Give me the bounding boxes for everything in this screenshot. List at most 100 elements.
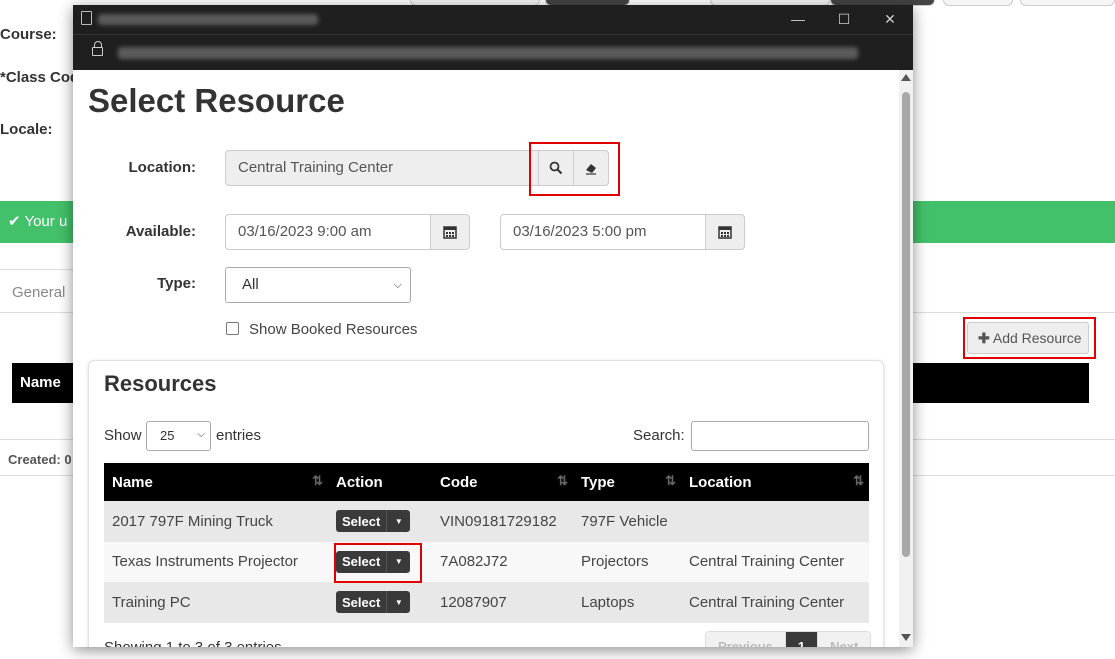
calendar-icon [718,226,732,239]
class-code-label: *Class Cod [0,69,80,86]
select-button[interactable]: Select ▼ [336,510,411,533]
bg-top-button [1020,0,1115,6]
scroll-up-icon[interactable] [901,74,911,81]
sort-icon: ⇅ [853,473,864,488]
bg-top-button [943,0,1013,6]
available-to-input[interactable]: 03/16/2023 5:00 pm [500,214,706,250]
type-select[interactable]: All ⌵ [225,267,411,303]
show-booked-label[interactable]: Show Booked Resources [249,321,417,338]
cell-code: 7A082J72 [432,541,573,582]
chevron-down-icon: ⌵ [197,429,205,440]
column-header-label: Name [112,473,153,491]
column-header-code[interactable]: Code ⇅ [432,463,573,501]
vertical-scrollbar[interactable] [899,70,913,647]
table-row: Training PC Select ▼ 12087907 Laptops Ce… [104,582,869,623]
popup-content: Select Resource Location: Central Traini… [73,70,899,647]
tab-general[interactable]: General [0,269,80,313]
column-header-label: Code [440,473,478,491]
cell-name: Texas Instruments Projector [104,541,328,582]
table-row: Texas Instruments Projector Select ▼ 7A0… [104,541,869,582]
document-icon [81,11,92,25]
location-search-button[interactable] [538,150,574,186]
address-bar [73,34,913,70]
entries-select[interactable]: 25 ⌵ [146,421,211,451]
type-select-value: All [242,276,259,293]
entries-select-value: 25 [160,428,175,443]
blurred-window-title [98,14,318,25]
locale-label: Locale: [0,121,53,138]
eraser-icon [586,164,596,175]
cell-location: Central Training Center [681,541,869,582]
scroll-down-icon[interactable] [901,634,911,641]
cell-code: VIN09181729182 [432,501,573,542]
search-label: Search: [633,427,685,444]
sort-icon: ⇅ [557,473,568,488]
resources-panel: Resources Show 25 ⌵ entries Search: Name… [88,360,884,647]
type-label: Type: [157,275,196,292]
select-button-label: Select [342,594,381,610]
blurred-url [118,47,858,59]
chevron-down-icon: ⌵ [393,279,402,291]
calendar-icon [443,226,457,239]
add-resource-button[interactable]: ✚ Add Resource [967,322,1089,354]
cell-type: Projectors [573,541,681,582]
lock-icon [92,41,103,56]
select-resource-window: — ☐ ✕ Select Resource Location: Central … [73,5,913,647]
bg-name-header: Name [20,374,61,391]
location-label: Location: [128,159,197,176]
pagination-next[interactable]: Next [817,632,871,647]
column-header-label: Type [581,473,615,491]
pagination-previous[interactable]: Previous [706,632,785,647]
cell-code: 12087907 [432,582,573,623]
cell-action: Select ▼ [328,501,432,542]
cell-type: 797F Vehicle [573,501,681,542]
pagination-page-1[interactable]: 1 [784,632,818,647]
available-from-calendar-button[interactable] [430,214,470,250]
table-row: 2017 797F Mining Truck Select ▼ VIN09181… [104,501,869,542]
sort-icon: ⇅ [665,473,676,488]
column-header-type[interactable]: Type ⇅ [573,463,681,501]
resources-table: Name ⇅ Action Code ⇅ Type ⇅ Location ⇅ 2… [104,463,869,623]
location-field[interactable]: Central Training Center [225,150,539,186]
course-label: Course: [0,26,57,43]
location-clear-button[interactable] [573,150,609,186]
available-from-input[interactable]: 03/16/2023 9:00 am [225,214,431,250]
maximize-button[interactable]: ☐ [829,9,859,29]
column-header-name[interactable]: Name ⇅ [104,463,328,501]
cell-name: 2017 797F Mining Truck [104,501,328,542]
plus-icon: ✚ [978,330,990,346]
caret-down-icon[interactable]: ▼ [386,591,410,614]
entries-label: entries [216,427,262,444]
cell-action: Select ▼ [328,541,432,582]
select-button-label: Select [342,554,381,570]
resources-title: Resources [104,371,217,396]
search-input[interactable] [691,421,869,451]
select-button[interactable]: Select ▼ [336,550,411,573]
caret-down-icon[interactable]: ▼ [386,550,410,573]
cell-type: Laptops [573,582,681,623]
close-button[interactable]: ✕ [875,9,905,29]
available-to-calendar-button[interactable] [705,214,745,250]
window-titlebar: — ☐ ✕ [73,5,913,34]
page-title: Select Resource [88,82,345,119]
sort-icon: ⇅ [312,473,323,488]
cell-location [681,501,869,542]
cell-action: Select ▼ [328,582,432,623]
column-header-label: Location [689,473,752,491]
created-label: Created: 0 [8,452,72,467]
show-booked-checkbox[interactable] [226,322,239,335]
search-icon [549,161,563,175]
column-header-location[interactable]: Location ⇅ [681,463,869,501]
select-button[interactable]: Select ▼ [336,591,411,614]
minimize-button[interactable]: — [783,9,813,29]
caret-down-icon[interactable]: ▼ [386,510,410,533]
cell-location: Central Training Center [681,582,869,623]
cell-name: Training PC [104,582,328,623]
select-button-label: Select [342,513,381,529]
scrollbar-thumb[interactable] [902,92,910,557]
table-header-row: Name ⇅ Action Code ⇅ Type ⇅ Location ⇅ [104,463,869,501]
table-info: Showing 1 to 3 of 3 entries [104,639,282,647]
column-header-action: Action [328,463,432,501]
show-label: Show [104,427,142,444]
available-label: Available: [125,223,196,240]
